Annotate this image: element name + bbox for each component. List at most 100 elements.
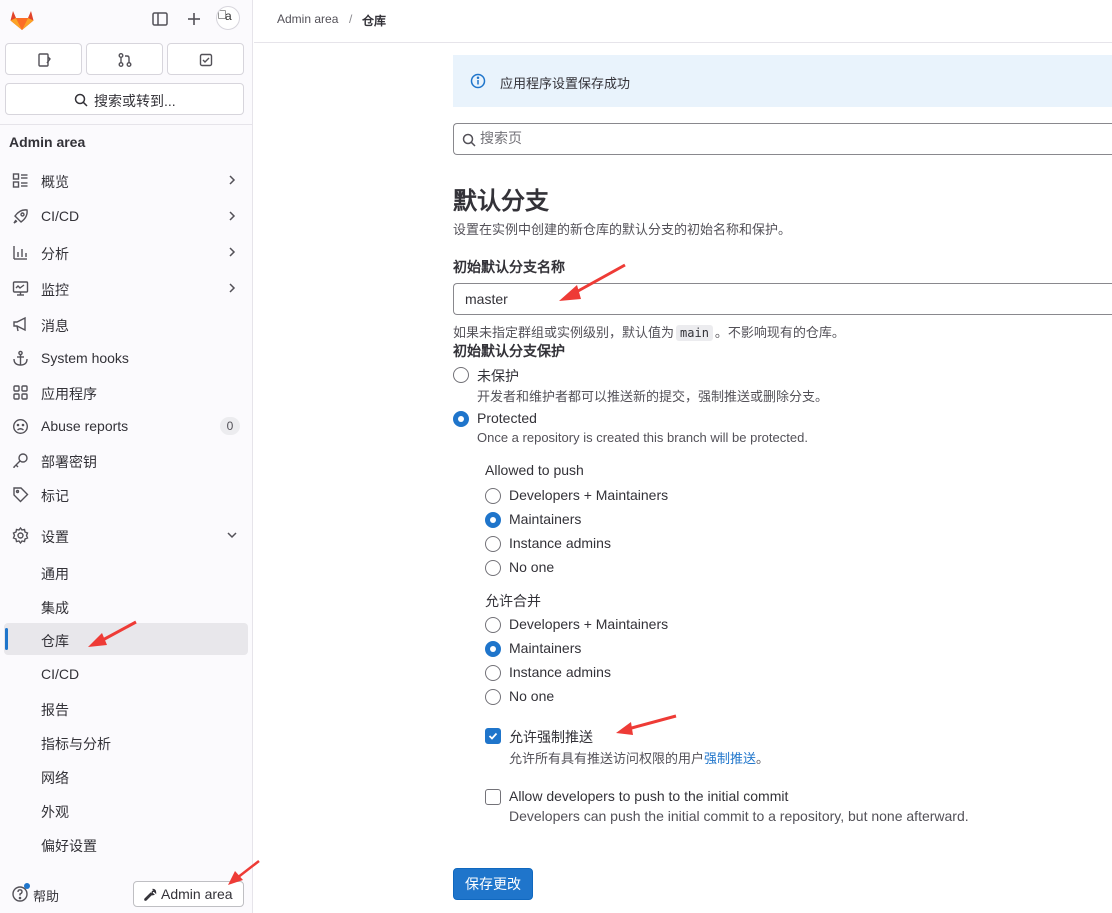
subitem-label: 偏好设置 <box>41 838 97 854</box>
push-option-label[interactable]: Maintainers <box>509 511 581 527</box>
force-push-label[interactable]: 允许强制推送 <box>509 727 593 747</box>
radio-merge-instance-admins[interactable] <box>485 665 501 681</box>
subitem-label: 外观 <box>41 804 69 820</box>
protected-label[interactable]: Protected <box>477 410 537 426</box>
sidebar-item-label: 设置 <box>41 529 69 545</box>
sidebar-item-label: 消息 <box>41 318 69 334</box>
unprotected-label[interactable]: 未保护 <box>477 366 519 386</box>
abuse-icon <box>12 418 29 435</box>
push-option-label[interactable]: No one <box>509 559 554 575</box>
admin-area-label: Admin area <box>161 886 233 902</box>
anchor-icon <box>13 350 28 366</box>
save-changes-button[interactable]: 保存更改 <box>453 868 533 900</box>
sidebar-item-messages[interactable]: 消息 <box>0 307 253 341</box>
radio-unprotected[interactable] <box>453 367 469 383</box>
radio-merge-developers-maintainers[interactable] <box>485 617 501 633</box>
plus-icon[interactable] <box>184 9 204 29</box>
sidebar-subitem-repository[interactable]: 仓库 <box>4 623 248 655</box>
sidebar-item-label: 部署密钥 <box>41 454 97 470</box>
breadcrumb-admin-area[interactable]: Admin area <box>277 12 338 26</box>
search-label: 搜索或转到... <box>94 93 176 109</box>
sidebar-item-label: 监控 <box>41 282 69 298</box>
sidebar-item-applications[interactable]: 应用程序 <box>0 375 253 409</box>
sidebar-item-overview[interactable]: 概览 <box>0 163 253 197</box>
merge-option-label[interactable]: Developers + Maintainers <box>509 616 668 632</box>
merge-request-icon <box>118 53 132 67</box>
count-badge: 0 <box>220 417 240 435</box>
breadcrumb-current[interactable]: 仓库 <box>362 12 386 29</box>
sidebar-subitem-cicd[interactable]: CI/CD <box>0 658 253 690</box>
force-push-help-pre: 允许所有具有推送访问权限的用户 <box>509 751 705 766</box>
sidebar-item-deploy-keys[interactable]: 部署密钥 <box>0 443 253 477</box>
sidebar: a 搜索或转到... Admin area 概览 CI/CD 分析 监控 消息 <box>0 0 253 913</box>
sidebar-subitem-metrics[interactable]: 指标与分析 <box>0 726 253 758</box>
avatar-alt-text: a <box>225 9 232 23</box>
default-branch-code: main <box>676 325 713 341</box>
sidebar-item-abuse-reports[interactable]: Abuse reports 0 <box>0 409 253 443</box>
key-icon <box>13 453 28 468</box>
label-icon <box>13 487 29 503</box>
sidebar-subitem-appearance[interactable]: 外观 <box>0 794 253 826</box>
radio-merge-maintainers[interactable] <box>485 641 501 657</box>
sidebar-item-monitoring[interactable]: 监控 <box>0 271 253 305</box>
push-option-label[interactable]: Developers + Maintainers <box>509 487 668 503</box>
radio-push-no-one[interactable] <box>485 560 501 576</box>
sidebar-subitem-integrations[interactable]: 集成 <box>0 590 253 622</box>
page-search-input[interactable] <box>480 130 1080 146</box>
search-or-goto-button[interactable]: 搜索或转到... <box>5 83 244 115</box>
merge-option-label[interactable]: No one <box>509 688 554 704</box>
chevron-down-icon <box>227 532 237 539</box>
radio-push-instance-admins[interactable] <box>485 536 501 552</box>
branch-name-field <box>453 283 1112 315</box>
protected-help: Once a repository is created this branch… <box>477 430 808 445</box>
sidebar-subitem-reporting[interactable]: 报告 <box>0 692 253 724</box>
issues-button[interactable] <box>5 43 82 75</box>
section-description: 设置在实例中创建的新仓库的默认分支的初始名称和保护。 <box>453 222 792 237</box>
allowed-to-push-label: Allowed to push <box>485 462 584 478</box>
subitem-label: CI/CD <box>41 666 80 682</box>
force-push-checkbox[interactable] <box>485 728 501 744</box>
subitem-label: 报告 <box>41 702 69 718</box>
help-text-post: 。不影响现有的仓库。 <box>714 325 845 340</box>
help-button[interactable]: 帮助 <box>11 883 59 904</box>
branch-name-input[interactable] <box>465 291 1065 307</box>
notification-dot <box>24 883 30 889</box>
radio-push-maintainers[interactable] <box>485 512 501 528</box>
push-option-label[interactable]: Instance admins <box>509 535 611 551</box>
search-icon <box>462 133 476 147</box>
merge-requests-button[interactable] <box>86 43 163 75</box>
avatar[interactable]: a <box>216 6 240 30</box>
force-push-link[interactable]: 强制推送 <box>704 751 756 766</box>
merge-option-label[interactable]: Maintainers <box>509 640 581 656</box>
todos-button[interactable] <box>167 43 244 75</box>
sidebar-item-label: CI/CD <box>41 208 80 224</box>
radio-protected[interactable] <box>453 411 469 427</box>
chevron-right-icon <box>229 211 236 221</box>
force-push-help: 允许所有具有推送访问权限的用户强制推送。 <box>509 748 769 767</box>
sidebar-item-label: System hooks <box>41 350 129 366</box>
sidebar-toggle-icon[interactable] <box>150 9 170 29</box>
megaphone-icon <box>13 316 26 332</box>
sidebar-item-analytics[interactable]: 分析 <box>0 235 253 269</box>
issues-icon <box>38 53 51 67</box>
initial-commit-label[interactable]: Allow developers to push to the initial … <box>509 788 788 804</box>
monitor-icon <box>12 281 29 296</box>
page-search <box>453 123 1112 155</box>
sidebar-subitem-general[interactable]: 通用 <box>0 556 253 588</box>
sidebar-subitem-preferences[interactable]: 偏好设置 <box>0 828 253 860</box>
gitlab-logo[interactable] <box>9 6 35 32</box>
sidebar-top: a <box>0 0 253 38</box>
sidebar-item-label: 概览 <box>41 174 69 190</box>
sidebar-item-settings[interactable]: 设置 <box>0 518 253 552</box>
sidebar-subitem-network[interactable]: 网络 <box>0 760 253 792</box>
sidebar-item-label: 标记 <box>41 488 69 504</box>
branch-protection-label: 初始默认分支保护 <box>453 343 565 359</box>
sidebar-item-system-hooks[interactable]: System hooks <box>0 341 253 375</box>
radio-merge-no-one[interactable] <box>485 689 501 705</box>
initial-commit-checkbox[interactable] <box>485 789 501 805</box>
sidebar-item-labels[interactable]: 标记 <box>0 477 253 511</box>
merge-option-label[interactable]: Instance admins <box>509 664 611 680</box>
radio-push-developers-maintainers[interactable] <box>485 488 501 504</box>
admin-area-button[interactable]: Admin area <box>133 881 244 907</box>
sidebar-item-cicd[interactable]: CI/CD <box>0 199 253 233</box>
